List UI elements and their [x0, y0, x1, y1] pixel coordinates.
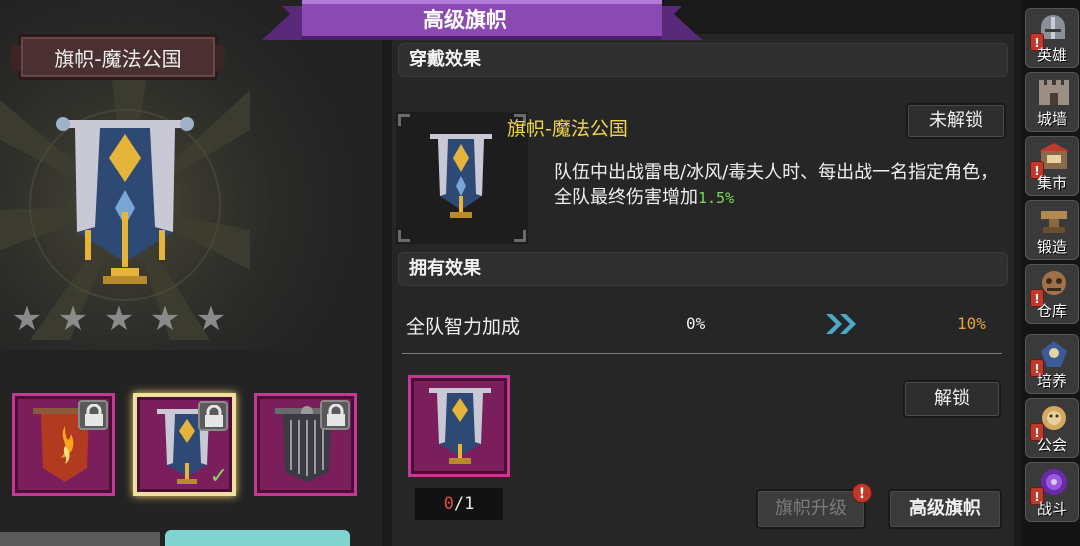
check-icon: ✓ [209, 464, 228, 489]
magic-kingdom-banner-icon [430, 134, 492, 218]
wear-effect-desc-text: 队伍中出战雷电/冰风/毒夫人时、每出战一名指定角色，全队最终伤害增加 [554, 162, 999, 208]
nav-label: 城墙 [1036, 110, 1067, 128]
item-count-separator: / [453, 494, 465, 514]
nav-label: 集市 [1036, 174, 1067, 192]
stat-next-value: 10% [957, 314, 986, 333]
banner-preview-panel: 旗帜-魔法公国 ★ ★ ★ ★ ★ ✓ [0, 0, 382, 546]
nav-item-battle[interactable]: ! 战斗 [1025, 462, 1079, 522]
lock-icon [198, 401, 228, 431]
own-effect-title: 拥有效果 [409, 258, 481, 279]
nav-label: 公会 [1036, 436, 1067, 454]
nav-label: 战斗 [1036, 500, 1067, 518]
wear-effect-title: 穿戴效果 [409, 49, 481, 70]
banner-slot-fire[interactable] [12, 393, 115, 496]
bottom-tab-left[interactable] [0, 532, 160, 546]
item-count-have: 0 [443, 494, 454, 514]
nav-label: 锻造 [1036, 238, 1067, 256]
wear-effect-name: 旗帜-魔法公国 [507, 118, 628, 140]
nav-label: 培养 [1036, 372, 1067, 390]
nav-item-market[interactable]: ! 集市 [1025, 136, 1079, 196]
star-icon: ★ [195, 299, 227, 339]
nav-label: 英雄 [1036, 46, 1067, 64]
star-icon: ★ [103, 299, 135, 339]
castle-wall-icon [1039, 80, 1069, 105]
banner-upgrade-button[interactable]: 旗帜升级 ! [756, 483, 872, 529]
lock-icon [320, 400, 350, 430]
magic-kingdom-banner-icon [429, 388, 491, 464]
nav-item-guild[interactable]: ! 公会 [1025, 398, 1079, 458]
wear-effect-description: 队伍中出战雷电/冰风/毒夫人时、每出战一名指定角色，全队最终伤害增加1.5% [554, 160, 1009, 211]
item-count-need: 1 [464, 494, 475, 514]
locked-status-button[interactable]: 未解锁 [906, 103, 1006, 139]
nav-item-warehouse[interactable]: ! 仓库 [1025, 264, 1079, 324]
bottom-tab-active[interactable] [165, 530, 350, 546]
section-divider [402, 353, 1002, 354]
page-title: 高级旗帜 [423, 8, 507, 32]
nav-item-forge[interactable]: 锻造 [1025, 200, 1079, 260]
wear-effect-header: 穿戴效果 [398, 43, 1008, 77]
banner-upgrade-label: 旗帜升级 [775, 498, 847, 519]
nav-item-wall[interactable]: 城墙 [1025, 72, 1079, 132]
unlock-button[interactable]: 解锁 [903, 380, 1001, 418]
wear-effect-desc-value: 1.5% [698, 189, 735, 207]
alert-badge: ! [852, 483, 872, 503]
star-rating: ★ ★ ★ ★ ★ [10, 302, 228, 336]
item-name-plate: 旗帜-魔法公国 [11, 34, 225, 80]
anvil-icon [1041, 211, 1067, 233]
star-icon: ★ [11, 299, 43, 339]
lock-icon [78, 400, 108, 430]
nav-item-training[interactable]: ! 培养 [1025, 334, 1079, 394]
star-icon: ★ [149, 299, 181, 339]
banner-slot-dark-chain[interactable] [254, 393, 357, 496]
double-chevron-right-icon [826, 314, 856, 334]
item-name-label: 旗帜-魔法公国 [54, 46, 182, 71]
banner-slot-magic-kingdom[interactable]: ✓ [133, 393, 236, 496]
own-effect-header: 拥有效果 [398, 252, 1008, 286]
required-item-slot[interactable] [408, 375, 510, 477]
star-icon: ★ [57, 299, 89, 339]
stat-label: 全队智力加成 [406, 316, 521, 338]
nav-label: 仓库 [1036, 302, 1067, 320]
item-count: 0/1 [415, 488, 503, 520]
nav-item-hero[interactable]: ! 英雄 [1025, 8, 1079, 68]
senior-banner-button[interactable]: 高级旗帜 [888, 489, 1002, 529]
stat-current-value: 0% [686, 314, 706, 333]
magic-kingdom-banner-icon [56, 117, 194, 284]
